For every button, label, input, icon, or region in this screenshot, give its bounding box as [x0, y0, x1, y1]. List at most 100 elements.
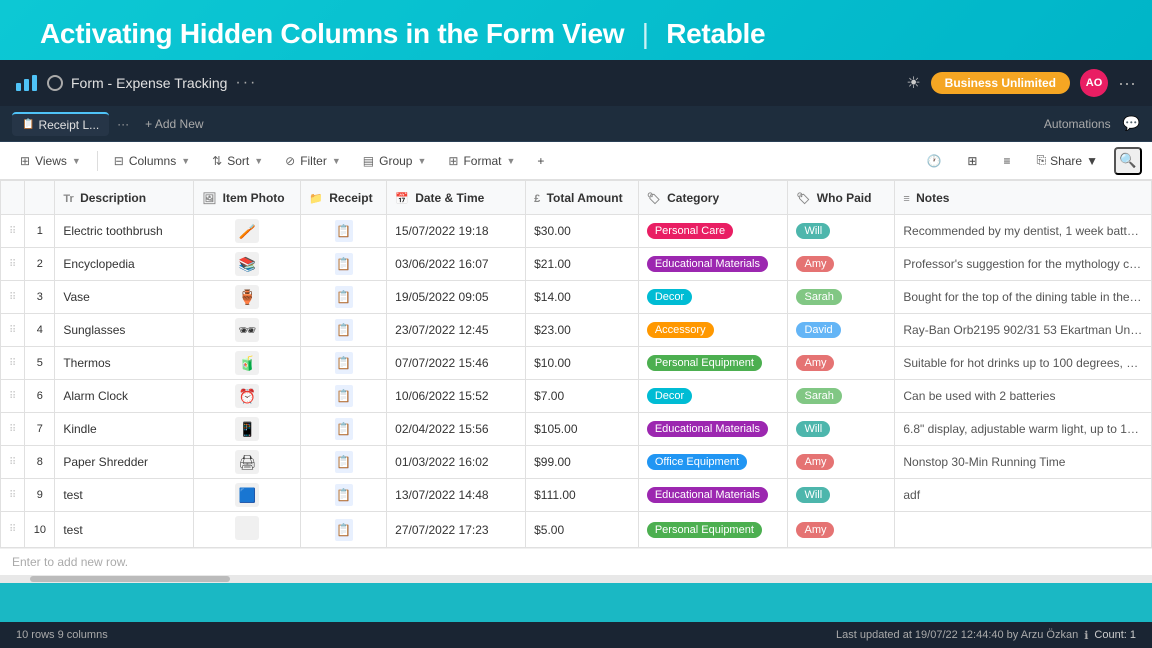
- format-button[interactable]: ⊞ Format ▼: [438, 150, 525, 172]
- cell-photo[interactable]: 📱: [194, 413, 301, 446]
- tab-options-dots[interactable]: ···: [117, 117, 129, 131]
- cell-date-time[interactable]: 13/07/2022 14:48: [387, 479, 526, 512]
- cell-receipt[interactable]: 📋: [301, 215, 387, 248]
- cell-total-amount[interactable]: $105.00: [526, 413, 639, 446]
- add-row-hint[interactable]: Enter to add new row.: [0, 548, 1152, 575]
- cell-date-time[interactable]: 19/05/2022 09:05: [387, 281, 526, 314]
- table-row[interactable]: ⠿ 10 test 📋 27/07/2022 17:23 $5.00 Perso…: [1, 512, 1152, 548]
- business-unlimited-button[interactable]: Business Unlimited: [931, 72, 1070, 94]
- cell-receipt[interactable]: 📋: [301, 347, 387, 380]
- cell-date-time[interactable]: 15/07/2022 19:18: [387, 215, 526, 248]
- table-row[interactable]: ⠿ 9 test 🟦 📋 13/07/2022 14:48 $111.00 Ed…: [1, 479, 1152, 512]
- cell-who-paid[interactable]: Amy: [788, 512, 895, 548]
- cell-description[interactable]: Paper Shredder: [55, 446, 194, 479]
- cell-category[interactable]: Decor: [638, 380, 788, 413]
- th-category[interactable]: 🏷 Category: [638, 181, 788, 215]
- cell-total-amount[interactable]: $5.00: [526, 512, 639, 548]
- cell-total-amount[interactable]: $7.00: [526, 380, 639, 413]
- cell-date-time[interactable]: 10/06/2022 15:52: [387, 380, 526, 413]
- cell-notes[interactable]: Nonstop 30-Min Running Time: [895, 446, 1152, 479]
- appbar-more-icon[interactable]: ···: [1118, 73, 1136, 94]
- cell-photo[interactable]: 🖨: [194, 446, 301, 479]
- table-row[interactable]: ⠿ 5 Thermos 🧃 📋 07/07/2022 15:46 $10.00 …: [1, 347, 1152, 380]
- cell-notes[interactable]: Recommended by my dentist, 1 week batter…: [895, 215, 1152, 248]
- cell-category[interactable]: Office Equipment: [638, 446, 788, 479]
- cell-date-time[interactable]: 23/07/2022 12:45: [387, 314, 526, 347]
- cell-category[interactable]: Personal Care: [638, 215, 788, 248]
- cell-receipt[interactable]: 📋: [301, 512, 387, 548]
- cell-photo[interactable]: 🟦: [194, 479, 301, 512]
- cell-total-amount[interactable]: $23.00: [526, 314, 639, 347]
- cell-category[interactable]: Accessory: [638, 314, 788, 347]
- grid-view-button[interactable]: ⊞: [957, 150, 987, 172]
- cell-category[interactable]: Personal Equipment: [638, 512, 788, 548]
- cell-description[interactable]: Thermos: [55, 347, 194, 380]
- th-receipt[interactable]: 📁 Receipt: [301, 181, 387, 215]
- automations-link[interactable]: Automations: [1044, 117, 1111, 131]
- cell-who-paid[interactable]: Sarah: [788, 380, 895, 413]
- cell-receipt[interactable]: 📋: [301, 446, 387, 479]
- sun-icon[interactable]: ☀: [906, 73, 920, 93]
- table-row[interactable]: ⠿ 8 Paper Shredder 🖨 📋 01/03/2022 16:02 …: [1, 446, 1152, 479]
- cell-date-time[interactable]: 03/06/2022 16:07: [387, 248, 526, 281]
- table-row[interactable]: ⠿ 4 Sunglasses 🕶 📋 23/07/2022 12:45 $23.…: [1, 314, 1152, 347]
- cell-photo[interactable]: 📚: [194, 248, 301, 281]
- cell-receipt[interactable]: 📋: [301, 479, 387, 512]
- share-button[interactable]: ⎘ Share ▼: [1026, 149, 1108, 172]
- cell-description[interactable]: Electric toothbrush: [55, 215, 194, 248]
- cell-notes[interactable]: Ray-Ban Orb2195 902/31 53 Ekartman Unise…: [895, 314, 1152, 347]
- cell-who-paid[interactable]: David: [788, 314, 895, 347]
- cell-total-amount[interactable]: $111.00: [526, 479, 639, 512]
- cell-category[interactable]: Educational Materials: [638, 413, 788, 446]
- cell-who-paid[interactable]: Will: [788, 413, 895, 446]
- cell-receipt[interactable]: 📋: [301, 380, 387, 413]
- cell-photo[interactable]: 🕶: [194, 314, 301, 347]
- cell-receipt[interactable]: 📋: [301, 281, 387, 314]
- cell-receipt[interactable]: 📋: [301, 248, 387, 281]
- th-description[interactable]: Tr Description: [55, 181, 194, 215]
- cell-who-paid[interactable]: Amy: [788, 248, 895, 281]
- cell-notes[interactable]: adf: [895, 479, 1152, 512]
- cell-total-amount[interactable]: $99.00: [526, 446, 639, 479]
- cell-category[interactable]: Decor: [638, 281, 788, 314]
- list-view-button[interactable]: ≡: [993, 150, 1020, 172]
- table-row[interactable]: ⠿ 3 Vase 🏺 📋 19/05/2022 09:05 $14.00 Dec…: [1, 281, 1152, 314]
- cell-notes[interactable]: Professor's suggestion for the mythology…: [895, 248, 1152, 281]
- cell-receipt[interactable]: 📋: [301, 413, 387, 446]
- cell-total-amount[interactable]: $10.00: [526, 347, 639, 380]
- cell-category[interactable]: Personal Equipment: [638, 347, 788, 380]
- views-button[interactable]: ⊞ Views ▼: [10, 150, 91, 172]
- table-row[interactable]: ⠿ 1 Electric toothbrush 🪥 📋 15/07/2022 1…: [1, 215, 1152, 248]
- scroll-thumb[interactable]: [30, 576, 230, 582]
- table-row[interactable]: ⠿ 2 Encyclopedia 📚 📋 03/06/2022 16:07 $2…: [1, 248, 1152, 281]
- cell-total-amount[interactable]: $14.00: [526, 281, 639, 314]
- cell-who-paid[interactable]: Amy: [788, 446, 895, 479]
- tab-receipt[interactable]: 📋 Receipt L...: [12, 112, 109, 136]
- cell-receipt[interactable]: 📋: [301, 314, 387, 347]
- cell-category[interactable]: Educational Materials: [638, 248, 788, 281]
- sort-button[interactable]: ⇅ Sort ▼: [202, 150, 273, 172]
- cell-date-time[interactable]: 01/03/2022 16:02: [387, 446, 526, 479]
- cell-description[interactable]: Alarm Clock: [55, 380, 194, 413]
- cell-photo[interactable]: 🏺: [194, 281, 301, 314]
- cell-description[interactable]: Encyclopedia: [55, 248, 194, 281]
- cell-description[interactable]: test: [55, 512, 194, 548]
- cell-who-paid[interactable]: Amy: [788, 347, 895, 380]
- cell-total-amount[interactable]: $21.00: [526, 248, 639, 281]
- search-icon-button[interactable]: 🔍: [1114, 147, 1142, 175]
- cell-photo[interactable]: [194, 512, 301, 548]
- filter-button[interactable]: ⊘ Filter ▼: [275, 150, 351, 172]
- chat-icon[interactable]: 💬: [1123, 115, 1140, 132]
- cell-who-paid[interactable]: Will: [788, 479, 895, 512]
- cell-description[interactable]: Kindle: [55, 413, 194, 446]
- cell-notes[interactable]: Suitable for hot drinks up to 100 degree…: [895, 347, 1152, 380]
- group-button[interactable]: ▤ Group ▼: [353, 150, 437, 172]
- scroll-area[interactable]: [0, 575, 1152, 583]
- cell-date-time[interactable]: 02/04/2022 15:56: [387, 413, 526, 446]
- cell-photo[interactable]: 🪥: [194, 215, 301, 248]
- cell-notes[interactable]: 6.8" display, adjustable warm light, up …: [895, 413, 1152, 446]
- cell-notes[interactable]: [895, 512, 1152, 548]
- cell-category[interactable]: Educational Materials: [638, 479, 788, 512]
- history-icon-button[interactable]: 🕐: [916, 150, 951, 172]
- cell-date-time[interactable]: 27/07/2022 17:23: [387, 512, 526, 548]
